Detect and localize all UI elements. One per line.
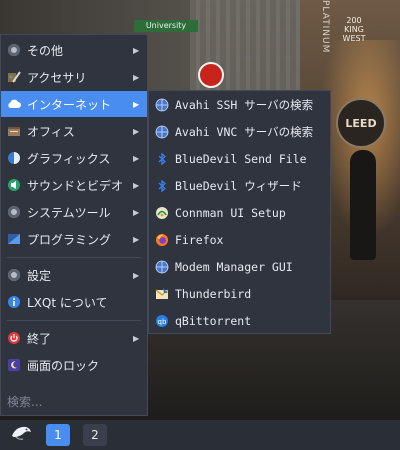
submenu-item-label: Connman UI Setup: [175, 206, 286, 220]
power-icon: [7, 331, 21, 345]
submenu-arrow-icon: ▶: [133, 153, 140, 163]
network-globe-icon: [155, 98, 169, 112]
building-sign: PLATINUM: [320, 0, 330, 54]
workspace-1-button[interactable]: 1: [46, 424, 70, 446]
submenu-arrow-icon: ▶: [133, 270, 140, 280]
submenu-item-label: Thunderbird: [175, 287, 252, 301]
submenu-item-label: BlueDevil Send File: [175, 152, 307, 166]
menu-item-label: グラフィックス: [27, 151, 111, 166]
king-sign-line: WEST: [342, 34, 366, 43]
info-icon: [7, 295, 21, 309]
submenu-item-thunderbird[interactable]: Thunderbird: [149, 281, 330, 307]
gear-icon: [7, 43, 21, 57]
submenu-arrow-icon: ▶: [133, 45, 140, 55]
no-turn-sign: [198, 62, 224, 88]
menu-item-settings[interactable]: 設定 ▶: [1, 262, 147, 288]
submenu-arrow-icon: ▶: [133, 234, 140, 244]
menu-item-accessories[interactable]: アクセサリ ▶: [1, 64, 147, 90]
lock-screen-icon: [7, 358, 21, 372]
menu-item-shutdown[interactable]: 終了 ▶: [1, 325, 147, 351]
submenu-item-qbittorrent[interactable]: qb qBittorrent: [149, 308, 330, 334]
bluetooth-icon: [155, 152, 169, 166]
submenu-item-label: BlueDevil ウィザード: [175, 179, 302, 193]
menu-item-label: オフィス: [27, 124, 75, 139]
submenu-item-label: Modem Manager GUI: [175, 260, 293, 274]
network-globe-icon: [155, 125, 169, 139]
submenu-item-connman[interactable]: Connman UI Setup: [149, 200, 330, 226]
menu-item-office[interactable]: オフィス ▶: [1, 118, 147, 144]
menu-separator: [7, 257, 141, 258]
submenu-item-avahi-ssh[interactable]: Avahi SSH サーバの検索: [149, 92, 330, 118]
king-sign-line: 200: [346, 16, 362, 25]
menu-item-graphics[interactable]: グラフィックス ▶: [1, 145, 147, 171]
menu-item-label: プログラミング: [27, 232, 112, 247]
start-menu-button[interactable]: [8, 424, 34, 446]
menu-item-label: システムツール: [27, 205, 111, 220]
cloud-icon: [7, 97, 21, 111]
king-west-sign: 200 KING WEST: [336, 16, 372, 50]
bluetooth-icon: [155, 179, 169, 193]
menu-separator: [7, 320, 141, 321]
qbittorrent-icon: qb: [155, 314, 169, 328]
connman-icon: [155, 206, 169, 220]
submenu-item-firefox[interactable]: Firefox: [149, 227, 330, 253]
modem-icon: [155, 260, 169, 274]
workspace-2-button[interactable]: 2: [83, 424, 107, 446]
menu-item-system-tools[interactable]: システムツール ▶: [1, 199, 147, 225]
submenu-arrow-icon: ▶: [133, 207, 140, 217]
menu-item-label: その他: [27, 43, 64, 58]
submenu-arrow-icon: ▶: [133, 72, 140, 82]
search-input[interactable]: 検索...: [7, 393, 42, 410]
taskbar: 1 2: [0, 420, 400, 450]
submenu-item-label: Avahi VNC サーバの検索: [175, 125, 314, 139]
submenu-item-bluedevil-send-file[interactable]: BlueDevil Send File: [149, 146, 330, 172]
submenu-item-label: Firefox: [175, 233, 224, 247]
graphics-icon: [7, 151, 21, 165]
submenu-arrow-icon: ▶: [133, 333, 140, 343]
internet-submenu: Avahi SSH サーバの検索 Avahi VNC サーバの検索 BlueDe…: [148, 90, 331, 334]
menu-item-sound-video[interactable]: サウンドとビデオ ▶: [1, 172, 147, 198]
submenu-item-modem-manager[interactable]: Modem Manager GUI: [149, 254, 330, 280]
svg-text:qb: qb: [158, 318, 167, 326]
menu-item-other[interactable]: その他 ▶: [1, 37, 147, 63]
menu-item-programming[interactable]: プログラミング ▶: [1, 226, 147, 252]
menu-item-label: アクセサリ: [27, 70, 87, 85]
menu-item-label: LXQt について: [27, 295, 108, 310]
submenu-item-label: Avahi SSH サーバの検索: [175, 98, 314, 112]
submenu-arrow-icon: ▶: [133, 180, 140, 190]
king-sign-line: KING: [344, 25, 364, 34]
submenu-item-avahi-vnc[interactable]: Avahi VNC サーバの検索: [149, 119, 330, 145]
menu-item-internet[interactable]: インターネット ▶: [1, 91, 147, 117]
thunderbird-icon: [155, 287, 169, 301]
firefox-icon: [155, 233, 169, 247]
submenu-arrow-icon: ▶: [133, 99, 140, 109]
street-sign: University: [134, 20, 198, 32]
menu-item-label: インターネット: [27, 97, 112, 112]
submenu-arrow-icon: ▶: [133, 126, 140, 136]
start-menu: その他 ▶ アクセサリ ▶ インターネット ▶ オフィス ▶ グラフィックス ▶: [0, 34, 148, 416]
sound-icon: [7, 178, 21, 192]
settings-icon: [7, 268, 21, 282]
menu-item-label: 画面のロック: [27, 358, 100, 373]
menu-item-about-lxqt[interactable]: LXQt について: [1, 289, 147, 315]
lxqt-bird-icon: [10, 424, 32, 446]
submenu-item-label: qBittorrent: [175, 314, 252, 328]
office-icon: [7, 124, 21, 138]
menu-item-lock-screen[interactable]: 画面のロック: [1, 352, 147, 378]
system-tools-icon: [7, 205, 21, 219]
submenu-item-bluedevil-wizard[interactable]: BlueDevil ウィザード: [149, 173, 330, 199]
menu-item-label: サウンドとビデオ: [27, 178, 124, 193]
menu-item-label: 終了: [27, 331, 52, 346]
leed-sign: LEED: [336, 98, 386, 148]
menu-item-label: 設定: [27, 268, 52, 283]
accessories-icon: [7, 70, 21, 84]
pedestrian: [350, 150, 376, 260]
programming-icon: [7, 232, 21, 246]
